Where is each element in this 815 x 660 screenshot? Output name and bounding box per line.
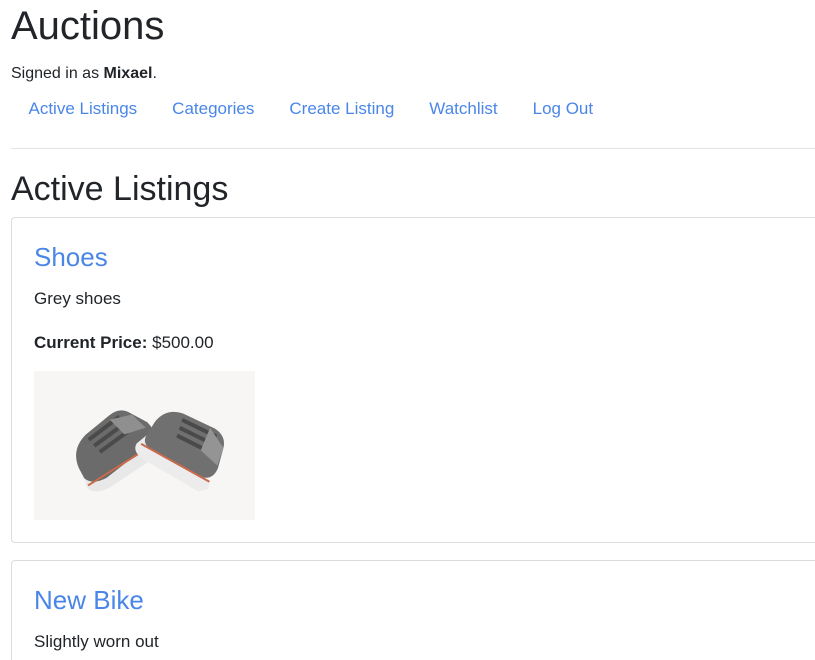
nav-link-create-listing[interactable]: Create Listing <box>272 96 412 122</box>
signed-in-suffix: . <box>152 65 157 82</box>
nav-link-active-listings[interactable]: Active Listings <box>11 96 155 122</box>
nav-link-categories[interactable]: Categories <box>155 96 272 122</box>
signed-in-status: Signed in as Mixael. <box>11 62 157 86</box>
nav-link-watchlist[interactable]: Watchlist <box>412 96 515 122</box>
listing-card: Shoes Grey shoes Current Price: $500.00 <box>11 217 815 543</box>
site-title: Auctions <box>11 4 165 48</box>
auctions-page: Auctions Signed in as Mixael. Active Lis… <box>0 0 815 660</box>
price-label: Current Price: <box>34 333 148 352</box>
sneakers-icon <box>34 371 255 520</box>
listing-price: Current Price: $500.00 <box>34 331 214 355</box>
nav-item-log-out: Log Out <box>515 96 611 122</box>
nav-item-active-listings: Active Listings <box>11 96 155 122</box>
page-title: Active Listings <box>11 170 229 208</box>
main-nav: Active Listings Categories Create Listin… <box>11 96 611 122</box>
listing-description: Grey shoes <box>34 289 121 308</box>
listing-description: Slightly worn out <box>34 632 159 651</box>
listing-card: New Bike Slightly worn out <box>11 560 815 660</box>
signed-in-prefix: Signed in as <box>11 65 104 82</box>
listing-title-link[interactable]: New Bike <box>34 584 144 616</box>
header-divider <box>11 148 815 149</box>
sneakers-photo <box>34 371 255 520</box>
username: Mixael <box>103 65 153 82</box>
price-value: $500.00 <box>152 333 214 352</box>
listing-title-link[interactable]: Shoes <box>34 241 108 273</box>
nav-item-create-listing: Create Listing <box>272 96 412 122</box>
nav-link-log-out[interactable]: Log Out <box>515 96 611 122</box>
nav-item-categories: Categories <box>155 96 272 122</box>
nav-item-watchlist: Watchlist <box>412 96 515 122</box>
